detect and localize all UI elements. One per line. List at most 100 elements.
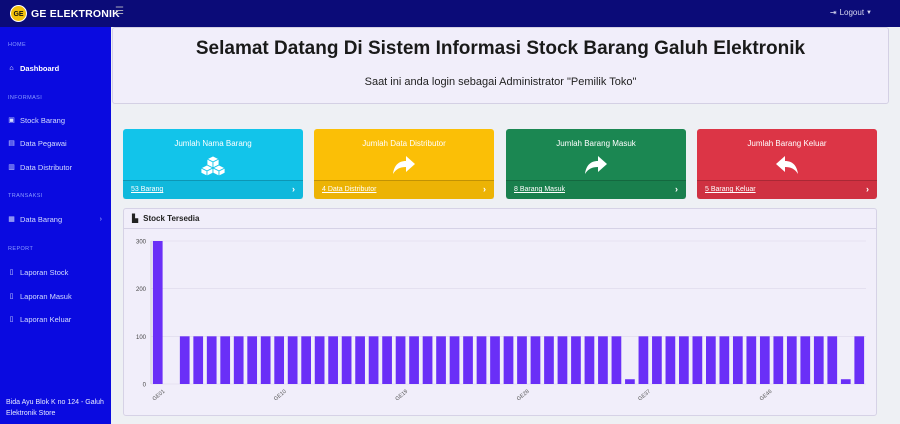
y-tick-label: 300 <box>136 240 147 246</box>
card-footer[interactable]: 53 Barang › <box>123 180 303 199</box>
chart-bar <box>220 336 231 384</box>
chart-bar <box>813 336 824 384</box>
brand-logo: GE <box>10 5 27 22</box>
sign-out-icon: ⇥ <box>829 8 837 17</box>
cubes-icon <box>123 155 303 182</box>
sidebar-item-stock-barang[interactable]: ▣ Stock Barang <box>0 113 111 127</box>
sidebar-item-label: Dashboard <box>20 63 60 73</box>
caret-down-icon: ▼ <box>866 9 872 16</box>
menu-toggle-icon[interactable]: ☰ <box>115 6 124 17</box>
chart-bar <box>719 336 730 384</box>
y-tick-label: 100 <box>136 335 147 341</box>
chevron-right-icon: › <box>866 184 869 194</box>
x-tick-label: GE46 <box>759 389 774 403</box>
chart-bar <box>382 336 392 384</box>
share-icon <box>314 155 494 180</box>
chart-bar <box>274 336 285 384</box>
chart-bar <box>179 336 190 384</box>
chart-bar <box>436 336 446 384</box>
sidebar-item-data-barang[interactable]: ▦ Data Barang › <box>0 212 111 226</box>
chart-bar <box>786 336 797 384</box>
card-jumlah-barang-keluar: Jumlah Barang Keluar 5 Barang Keluar › <box>697 129 877 199</box>
x-tick-label: GE10 <box>273 389 288 403</box>
sidebar-item-laporan-stock[interactable]: ▯ Laporan Stock <box>0 265 111 279</box>
chart-bar <box>233 336 244 384</box>
sidebar-item-label: Stock Barang <box>20 115 66 125</box>
sidebar-item-data-distributor[interactable]: ▥ Data Distributor <box>0 160 111 174</box>
y-tick-label: 0 <box>143 383 147 389</box>
brand[interactable]: GE GE ELEKTRONIK <box>10 5 120 22</box>
chart-bar <box>328 336 338 384</box>
chart-bar <box>449 336 460 384</box>
sidebar-item-label: Data Barang <box>20 214 63 224</box>
card-link[interactable]: 8 Barang Masuk <box>514 186 565 193</box>
chevron-right-icon: › <box>675 184 678 194</box>
users-icon: ▤ <box>8 140 15 147</box>
card-jumlah-data-distributor: Jumlah Data Distributor 4 Data Distribut… <box>314 129 494 199</box>
box-icon: ▣ <box>8 117 15 124</box>
logout-menu[interactable]: ⇥ Logout ▼ <box>830 8 872 17</box>
sidebar-item-laporan-masuk[interactable]: ▯ Laporan Masuk <box>0 289 111 303</box>
chart-bar <box>530 336 541 384</box>
card-title: Jumlah Data Distributor <box>362 139 446 148</box>
card-footer[interactable]: 8 Barang Masuk › <box>506 180 686 199</box>
card-link[interactable]: 53 Barang <box>131 186 163 193</box>
chart-bar <box>301 336 311 384</box>
sidebar-section-transaksi: TRANSAKSI <box>8 193 43 199</box>
sidebar-item-laporan-keluar[interactable]: ▯ Laporan Keluar <box>0 312 111 326</box>
chart-bar <box>584 336 595 384</box>
share-icon <box>506 155 686 180</box>
truck-icon: ▥ <box>8 164 15 171</box>
file-icon: ▯ <box>9 316 14 323</box>
chart-bar <box>152 241 163 384</box>
sidebar-item-label: Laporan Keluar <box>20 314 72 324</box>
chart-bar <box>598 336 608 384</box>
chart-bar <box>476 336 487 384</box>
chart-bar <box>759 336 770 384</box>
chart-bar <box>490 336 500 384</box>
chart-bar <box>544 336 554 384</box>
stock-chart-panel: ▙ Stock Tersedia 0 100 200 300 GE01 GE10 GE19 G… <box>123 208 877 416</box>
table-icon: ▦ <box>8 216 15 223</box>
chevron-right-icon: › <box>483 184 486 194</box>
card-footer[interactable]: 5 Barang Keluar › <box>697 180 877 199</box>
chart-bar <box>665 336 676 384</box>
chart-bar-icon: ▙ <box>132 214 139 223</box>
chart-bar <box>206 336 217 384</box>
stock-bar-chart: 0 100 200 300 GE01 GE10 GE19 GE28 GE37 GE46 <box>136 240 866 403</box>
chart-bar <box>557 336 568 384</box>
card-title: Jumlah Barang Keluar <box>747 139 827 148</box>
chart-bar <box>773 336 784 384</box>
sidebar-item-label: Laporan Stock <box>20 267 69 277</box>
chart-bar <box>517 336 527 384</box>
sidebar: HOME ⌂ Dashboard INFORMASI ▣ Stock Baran… <box>0 27 111 424</box>
chart-bar <box>827 336 838 384</box>
file-icon: ▯ <box>9 269 14 276</box>
y-tick-label: 200 <box>136 287 147 293</box>
sidebar-item-data-pegawai[interactable]: ▤ Data Pegawai <box>0 136 111 150</box>
chart-bar <box>611 336 622 384</box>
card-footer[interactable]: 4 Data Distributor › <box>314 180 494 199</box>
brand-name: GE ELEKTRONIK <box>31 7 120 20</box>
card-link[interactable]: 5 Barang Keluar <box>705 186 756 193</box>
chart-bar <box>422 336 433 384</box>
chart-bar <box>840 379 851 384</box>
card-link[interactable]: 4 Data Distributor <box>322 186 376 193</box>
card-title: Jumlah Barang Masuk <box>556 139 636 148</box>
chart-bar <box>638 336 649 384</box>
chart-bar <box>247 336 258 384</box>
home-icon: ⌂ <box>9 64 14 72</box>
chart-bar <box>679 336 689 384</box>
chart-bar <box>503 336 514 384</box>
chart-bar <box>746 336 757 384</box>
chart-panel-header: ▙ Stock Tersedia <box>124 209 876 229</box>
sidebar-item-dashboard[interactable]: ⌂ Dashboard <box>0 61 111 75</box>
sidebar-footer-address: Bida Ayu Blok K no 124 - Galuh Elektroni… <box>6 399 104 417</box>
chart-bar <box>409 336 419 384</box>
chart-panel-title: Stock Tersedia <box>143 214 200 223</box>
chart-bar <box>463 336 473 384</box>
chart-bar <box>314 336 325 384</box>
chart-bar <box>193 336 204 384</box>
sidebar-item-label: Data Distributor <box>20 162 73 172</box>
sidebar-item-label: Laporan Masuk <box>20 291 72 301</box>
